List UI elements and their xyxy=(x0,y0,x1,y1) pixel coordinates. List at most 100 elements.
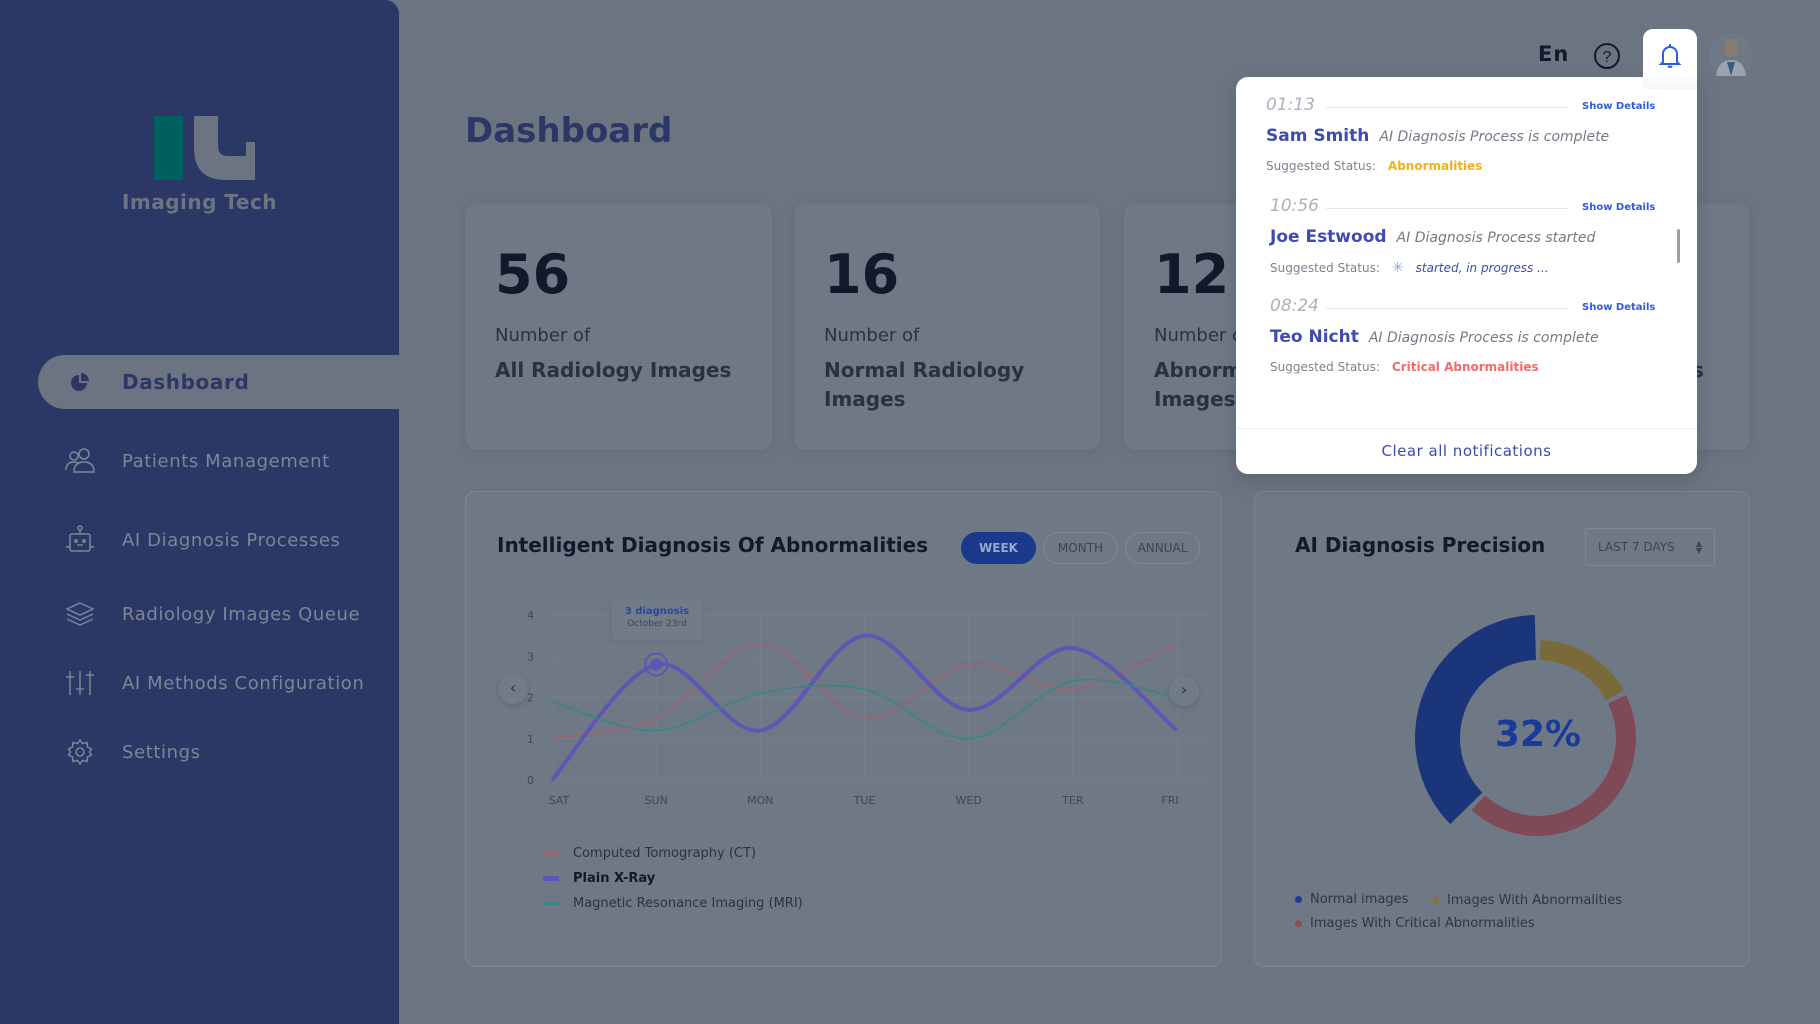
logo xyxy=(154,116,255,180)
tab-week[interactable]: WEEK xyxy=(961,532,1036,564)
divider xyxy=(1236,428,1697,429)
sidebar-item-dashboard[interactable]: Dashboard xyxy=(38,355,399,409)
sidebar-item-label: Dashboard xyxy=(122,370,250,394)
legend-swatch xyxy=(543,852,559,855)
x-tick-label: TER xyxy=(1061,794,1084,807)
status-badge: Abnormalities xyxy=(1387,159,1483,173)
legend-label: Computed Tomography (CT) xyxy=(573,846,757,861)
stat-label: All Radiology Images xyxy=(495,358,732,382)
y-tick-label: 1 xyxy=(527,733,534,746)
language-switch[interactable]: En xyxy=(1538,42,1569,66)
notification-time: 10:56 xyxy=(1270,196,1319,216)
x-tick-label: SAT xyxy=(549,794,570,807)
sidebar-item-images-queue[interactable]: Radiology Images Queue xyxy=(38,587,399,641)
stat-value: 56 xyxy=(495,243,571,306)
x-tick-label: SUN xyxy=(645,794,668,807)
tooltip-date: October 23rd xyxy=(627,619,687,629)
period-select[interactable]: LAST 7 DAYS ▲ ▼ xyxy=(1585,528,1715,566)
layers-icon xyxy=(38,601,122,627)
legend-item-normal: Normal images xyxy=(1295,892,1408,907)
chart-prev-button[interactable]: ‹ xyxy=(498,674,528,704)
robot-icon xyxy=(38,525,122,555)
sidebar: Imaging Tech Dashboard Patients Manageme… xyxy=(0,0,399,1024)
show-details-link[interactable]: Show Details xyxy=(1582,202,1655,213)
sort-arrows-icon: ▲ ▼ xyxy=(1695,539,1702,555)
patient-name[interactable]: Joe Estwood xyxy=(1270,227,1387,247)
clear-notifications-button[interactable]: Clear all notifications xyxy=(1236,442,1697,460)
legend-item-abnormal: Images With Abnormalities xyxy=(1432,893,1622,908)
scrollbar[interactable] xyxy=(1677,229,1680,263)
help-icon[interactable]: ? xyxy=(1593,42,1621,70)
legend-item-ct: Computed Tomography (CT) xyxy=(543,846,756,861)
status-label: Suggested Status: xyxy=(1270,261,1380,275)
stat-value: 12 xyxy=(1154,243,1230,306)
donut-slice[interactable] xyxy=(1540,640,1624,701)
y-tick-label: 0 xyxy=(527,774,534,787)
chart-tooltip: 3 diagnosis October 23rd xyxy=(612,600,702,640)
sliders-icon xyxy=(38,669,122,697)
divider xyxy=(1326,107,1568,108)
avatar[interactable] xyxy=(1708,32,1754,78)
period-select-value: LAST 7 DAYS xyxy=(1598,540,1675,554)
sidebar-item-label: Settings xyxy=(122,741,201,763)
notification-message: AI Diagnosis Process started xyxy=(1396,230,1596,246)
notifications-panel: 01:13 Show Details Sam Smith AI Diagnosi… xyxy=(1236,77,1697,474)
legend-item-xray: Plain X-Ray xyxy=(543,871,655,886)
divider xyxy=(1326,208,1568,209)
notification-time: 01:13 xyxy=(1266,95,1315,115)
brand-name: Imaging Tech xyxy=(121,190,278,214)
legend-swatch xyxy=(543,902,559,905)
legend-dot xyxy=(1295,896,1302,903)
y-tick-label: 4 xyxy=(527,609,534,622)
legend-label: Images With Critical Abnormalities xyxy=(1310,916,1535,931)
page-title: Dashboard xyxy=(465,111,673,151)
notification-message: AI Diagnosis Process is complete xyxy=(1379,129,1610,145)
svg-text:?: ? xyxy=(1603,49,1612,66)
sidebar-item-settings[interactable]: Settings xyxy=(38,725,399,779)
notification-time: 08:24 xyxy=(1270,296,1319,316)
x-tick-label: FRI xyxy=(1161,794,1178,807)
data-point[interactable] xyxy=(650,658,663,671)
sidebar-item-ai-methods[interactable]: AI Methods Configuration xyxy=(38,656,399,710)
stat-sub: Number of xyxy=(495,325,591,346)
sidebar-item-patients[interactable]: Patients Management xyxy=(38,434,399,488)
status-label: Suggested Status: xyxy=(1266,159,1376,173)
legend-label: Normal images xyxy=(1310,892,1409,907)
tab-month[interactable]: MONTH xyxy=(1043,532,1118,564)
show-details-link[interactable]: Show Details xyxy=(1582,302,1655,313)
bell-icon xyxy=(1658,44,1682,68)
precision-title: AI Diagnosis Precision xyxy=(1295,533,1546,557)
legend-dot xyxy=(1295,920,1302,927)
spinner-icon: ✳ xyxy=(1391,260,1404,276)
legend-label: Images With Abnormalities xyxy=(1447,893,1623,908)
status-label: Suggested Status: xyxy=(1270,360,1380,374)
legend-item-mri: Magnetic Resonance Imaging (MRI) xyxy=(543,896,803,911)
x-tick-label: TUE xyxy=(853,794,876,807)
notification-message: AI Diagnosis Process is complete xyxy=(1368,330,1599,346)
stat-card-all: 56 Number of All Radiology Images xyxy=(465,203,772,450)
status-badge: started, in progress ... xyxy=(1415,261,1549,275)
sidebar-item-label: Patients Management xyxy=(122,450,330,472)
x-tick-label: WED xyxy=(956,794,982,807)
pie-chart-icon xyxy=(38,371,122,393)
legend-dot xyxy=(1432,897,1439,904)
tab-annual[interactable]: ANNUAL xyxy=(1125,532,1200,564)
tooltip-title: 3 diagnosis xyxy=(624,606,690,617)
stat-card-normal: 16 Number of Normal Radiology Images xyxy=(794,203,1100,450)
patient-name[interactable]: Teo Nicht xyxy=(1270,327,1359,347)
chart-next-button[interactable]: › xyxy=(1169,676,1199,706)
sidebar-item-label: AI Methods Configuration xyxy=(122,672,365,694)
sidebar-item-ai-diagnosis[interactable]: AI Diagnosis Processes xyxy=(38,513,399,567)
y-tick-label: 3 xyxy=(527,650,534,663)
chevron-right-icon: › xyxy=(1180,680,1188,699)
patient-name[interactable]: Sam Smith xyxy=(1266,126,1369,146)
stat-label: Normal Radiology Images xyxy=(824,358,1025,411)
notifications-button[interactable] xyxy=(1643,29,1697,89)
stat-value: 16 xyxy=(824,243,900,306)
stat-sub: Number of xyxy=(824,325,920,346)
donut-center-label: 32% xyxy=(1494,714,1582,755)
chevron-left-icon: ‹ xyxy=(509,678,517,697)
diagnosis-title: Intelligent Diagnosis Of Abnormalities xyxy=(497,533,929,557)
show-details-link[interactable]: Show Details xyxy=(1582,101,1655,112)
divider xyxy=(1326,308,1568,309)
